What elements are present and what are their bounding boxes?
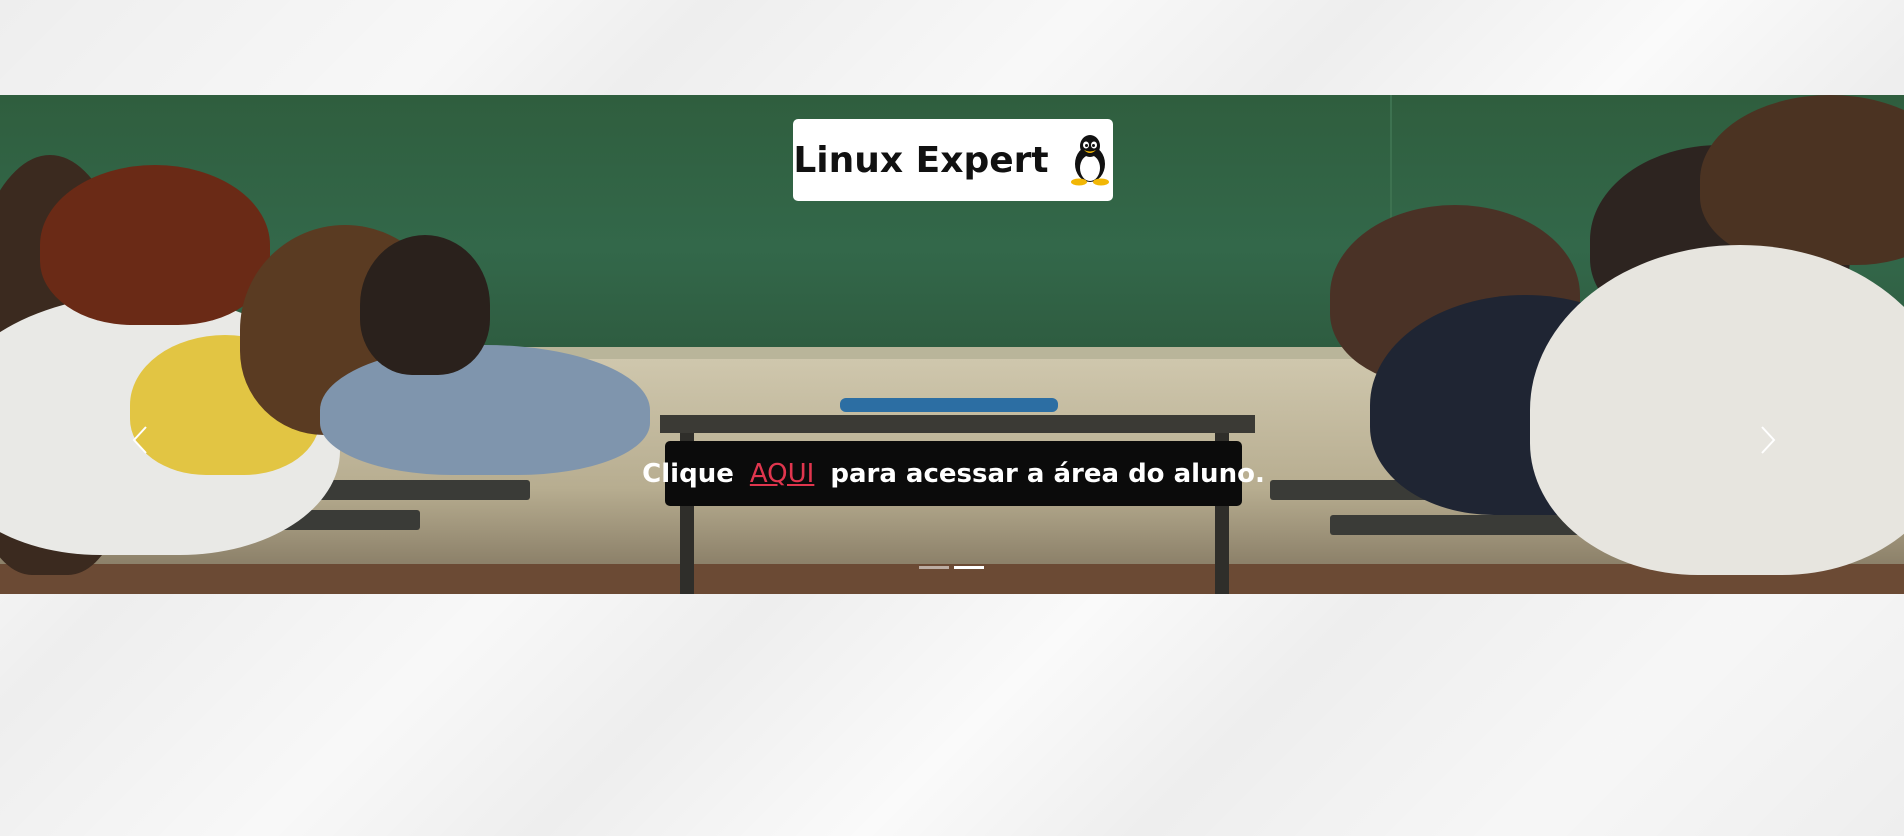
student-desk: [300, 480, 530, 500]
cta-suffix: para acessar a área do aluno.: [830, 458, 1265, 489]
carousel-indicator-1[interactable]: [919, 566, 949, 569]
brand-badge: Linux Expert: [793, 119, 1113, 201]
cta-prefix: Clique: [642, 458, 734, 489]
carousel-indicators: [919, 566, 984, 569]
brand-title: Linux Expert: [793, 139, 1049, 181]
carousel-indicator-2[interactable]: [954, 566, 984, 569]
chevron-left-icon: [132, 426, 147, 454]
student-area-link[interactable]: AQUI: [750, 459, 815, 489]
student: [360, 235, 490, 375]
student: [40, 165, 270, 325]
chevron-right-icon: [1761, 426, 1776, 454]
tux-penguin-icon: [1070, 135, 1109, 186]
carousel-next-button[interactable]: [1752, 425, 1782, 455]
carousel-prev-button[interactable]: [126, 425, 156, 455]
teacher-desk: [660, 415, 1255, 433]
blue-chair: [840, 398, 1058, 412]
student: [320, 345, 650, 475]
student-area-banner: Clique AQUI para acessar a área do aluno…: [642, 441, 1265, 506]
